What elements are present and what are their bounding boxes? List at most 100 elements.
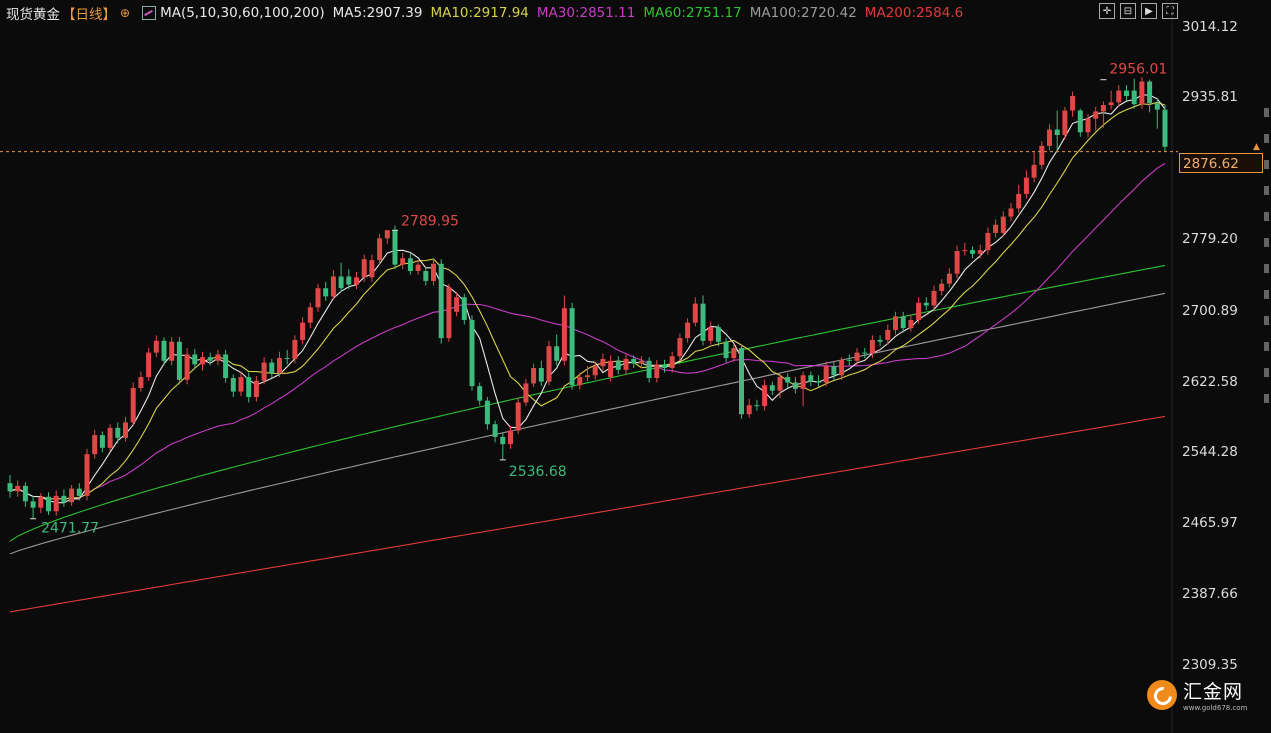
candle-body [99,435,105,448]
candle-body [885,329,891,340]
candle-body [731,348,737,359]
candle-body [1000,216,1006,233]
candle-body [300,322,306,340]
candle-body [1077,110,1083,133]
candle-body [415,264,421,272]
crosshair-icon[interactable]: ✛ [1099,3,1115,19]
candlestick-chart[interactable]: 2471.77 2789.95 2536.68 2956.01 [0,0,1271,733]
candle-body [323,288,329,297]
candle-body [315,288,321,308]
candle-body [508,430,513,445]
candle-body [223,354,229,378]
period-label[interactable]: 【日线】 [62,3,116,23]
candle-body [1031,164,1037,178]
candle-body [523,383,529,403]
candle-body [407,258,413,272]
candle-body [839,359,845,376]
candle-body [215,354,221,361]
candle-body [970,250,975,254]
chart-header: 现货黄金 【日线】 ⊕ MA(5,10,30,60,100,200) MA5:2… [6,3,971,23]
candle-body [877,339,883,342]
candle-body [1093,111,1099,119]
candle-body [369,260,375,278]
candle-body [361,259,367,278]
candle-body [22,485,28,502]
candle-body [900,316,906,329]
fullscreen-icon[interactable]: ⛶ [1162,3,1178,19]
candle-body [715,327,721,342]
candle-body [1016,193,1022,209]
side-panel-strip[interactable] [1264,108,1271,420]
gold-logo-icon [1147,679,1177,710]
candle-body [662,364,667,369]
candle-body [261,362,267,381]
candle-body [816,381,821,383]
candle-body [1116,90,1122,103]
candle-body [1147,81,1153,104]
y-tick-label: 2935.81 [1182,89,1238,105]
candle-body [307,307,313,323]
y-tick-label: 2544.28 [1182,444,1238,460]
zoom-out-icon[interactable]: ⊟ [1120,3,1136,19]
candle-body [30,501,36,508]
candle-body [284,358,290,360]
candle-body [977,250,983,254]
candle-body [654,364,660,378]
candle-body [61,495,67,503]
chart-window: 2471.77 2789.95 2536.68 2956.01 现货黄金 【日线】 ⊕… [0,0,1271,733]
candle-body [908,319,914,329]
ma5-value: MA5:2907.39 [332,5,423,21]
candle-body [454,297,460,312]
candle-body [130,387,136,423]
candle-body [538,368,544,382]
candle-body [746,405,752,415]
candle-body [785,377,791,383]
indicator-settings-icon[interactable] [142,6,157,20]
candle-body [854,352,860,361]
candle-body [739,348,744,415]
candle-body [723,341,729,359]
candle-body [1047,129,1052,146]
play-icon[interactable]: ▶ [1141,3,1157,19]
candle-body [916,302,922,320]
y-tick-label: 3014.12 [1182,19,1238,35]
candle-body [638,360,644,364]
candle-body [531,368,537,384]
price-marker-icon: ▲ [1253,142,1260,152]
candle-body [769,385,775,391]
candle-body [869,339,875,354]
candle-body [962,250,968,252]
candle-body [1162,109,1168,147]
candle-body [107,427,113,448]
candle-body [184,354,190,380]
candle-body [592,366,598,376]
candle-body [377,238,383,261]
ma60-line [9,264,1166,542]
candle-body [384,230,390,239]
candle-body [631,358,637,364]
ma60-value: MA60:2751.17 [643,5,742,21]
y-tick-label: 2622.58 [1182,374,1238,390]
candle-body [831,366,837,376]
y-tick-label: 2465.97 [1182,515,1238,531]
add-symbol-icon[interactable]: ⊕ [120,6,130,20]
candle-body [253,380,259,398]
candle-body [939,283,945,291]
logo-url: www.gold678.com [1183,704,1248,712]
candle-body [700,303,706,341]
candle-body [346,276,352,285]
symbol-title[interactable]: 现货黄金 [6,3,60,23]
candle-body [931,290,937,306]
candle-body [685,322,691,339]
candle-body [577,377,583,386]
ma30-value: MA30:2851.11 [536,5,636,21]
candle-body [115,427,121,438]
candle-body [862,352,868,354]
candle-body [623,358,629,370]
ma-params[interactable]: MA(5,10,30,60,100,200) [160,5,325,21]
candle-body [292,339,298,359]
candle-body [84,454,90,496]
candle-body [161,340,167,361]
candle-body [893,316,898,330]
candle-body [1023,177,1029,194]
